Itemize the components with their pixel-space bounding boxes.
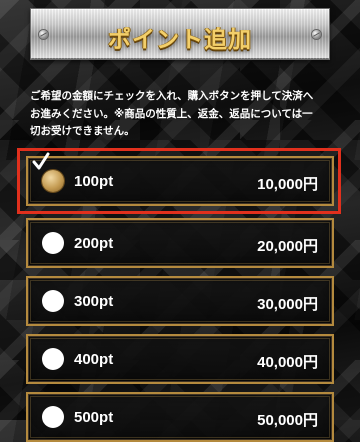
option-400pt[interactable]: 400pt 40,000円: [26, 334, 334, 384]
option-points: 200pt: [74, 235, 114, 252]
option-price: 40,000円: [257, 354, 318, 371]
option-100pt[interactable]: 100pt 10,000円: [26, 152, 334, 206]
option-points: 400pt: [74, 351, 114, 368]
radio-unchecked[interactable]: [42, 232, 64, 254]
option-points: 100pt: [74, 173, 114, 190]
option-points: 500pt: [74, 409, 114, 426]
radio-unchecked[interactable]: [42, 348, 64, 370]
title-plate: ポイント追加: [30, 8, 330, 60]
option-500pt[interactable]: 500pt 50,000円: [26, 392, 334, 442]
option-200pt[interactable]: 200pt 20,000円: [26, 218, 334, 268]
option-price: 10,000円: [257, 176, 318, 193]
option-price: 30,000円: [257, 296, 318, 313]
radio-unchecked[interactable]: [42, 290, 64, 312]
page-title: ポイント追加: [108, 27, 252, 53]
instructions-text: ご希望の金額にチェックを入れ、購入ボタンを押して決済へお進みください。※商品の性…: [30, 90, 314, 137]
radio-checked[interactable]: [42, 170, 64, 192]
checkmark-icon: [32, 152, 50, 170]
option-price: 20,000円: [257, 238, 318, 255]
radio-unchecked[interactable]: [42, 406, 64, 428]
option-300pt[interactable]: 300pt 30,000円: [26, 276, 334, 326]
option-points: 300pt: [74, 293, 114, 310]
